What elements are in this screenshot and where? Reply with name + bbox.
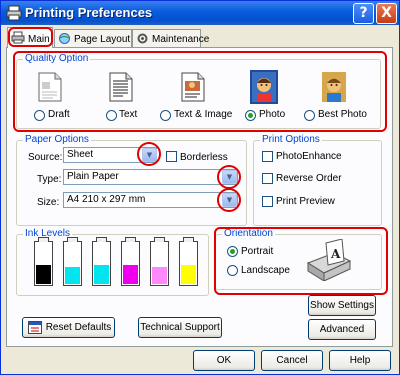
help-button[interactable]: Help	[329, 350, 391, 371]
ink-cartridge-cap	[183, 237, 194, 242]
quality-text-radio[interactable]	[106, 110, 117, 121]
cancel-button[interactable]: Cancel	[261, 350, 323, 371]
highlight-type-dropdown	[217, 165, 241, 189]
ink-cartridge-cap	[96, 237, 107, 242]
borderless-checkbox[interactable]	[166, 151, 177, 162]
technical-support-button[interactable]: Technical Support	[138, 317, 222, 338]
photo-icon	[250, 70, 278, 104]
paper-type-value: Plain Paper	[67, 171, 119, 182]
tab-maintenance[interactable]: Maintenance	[132, 29, 209, 48]
page-layout-icon	[58, 32, 71, 48]
text-icon	[109, 72, 137, 104]
window-title: Printing Preferences	[25, 5, 153, 20]
title-help-button[interactable]: ?	[353, 3, 374, 24]
paper-options-legend: Paper Options	[23, 134, 91, 145]
tab-page-layout-label: Page Layout	[74, 34, 131, 45]
ink-cartridge	[63, 237, 82, 286]
title-bar[interactable]: Printing Preferences ? X	[1, 1, 399, 25]
quality-text-label: Text	[119, 109, 138, 120]
landscape-radio[interactable]	[227, 265, 238, 276]
ink-cartridge	[92, 237, 111, 286]
quality-best-photo-label: Best Photo	[318, 109, 367, 120]
paper-type-label: Type:	[37, 174, 62, 185]
best-photo-icon	[322, 72, 350, 104]
print-preview-label: Print Preview	[276, 196, 335, 207]
quality-photo-radio[interactable]	[245, 110, 256, 121]
maintenance-icon	[136, 32, 149, 48]
portrait-printer-icon: A	[304, 238, 354, 282]
paper-size-value: A4 210 x 297 mm	[67, 194, 146, 205]
ink-cartridge-cap	[38, 237, 49, 242]
show-settings-button[interactable]: Show Settings	[308, 295, 376, 316]
ink-cartridge-cap	[125, 237, 136, 242]
quality-photo-label: Photo	[259, 109, 286, 120]
reverse-order-checkbox[interactable]	[262, 173, 273, 184]
reset-defaults-icon	[28, 321, 42, 334]
highlight-orientation	[214, 227, 388, 295]
reset-defaults-button[interactable]: Reset Defaults	[22, 317, 115, 338]
ink-cartridge-cap	[67, 237, 78, 242]
quality-best-photo-radio[interactable]	[304, 110, 315, 121]
ink-level-fill	[36, 265, 51, 284]
quality-text-image-label: Text & Image	[174, 109, 233, 120]
photoenhance-label: PhotoEnhance	[276, 151, 342, 162]
ink-level-fill	[123, 265, 138, 284]
borderless-label: Borderless	[180, 152, 228, 163]
portrait-label: Portrait	[241, 246, 274, 257]
printer-icon	[6, 5, 22, 21]
quality-draft-label: Draft	[48, 109, 70, 120]
printing-preferences-window: Printing Preferences ? X Main Page Layou…	[0, 0, 400, 375]
paper-type-select[interactable]: Plain Paper	[63, 169, 238, 185]
highlight-main-tab	[8, 27, 53, 47]
ink-level-fill	[65, 267, 80, 284]
paper-size-select[interactable]: A4 210 x 297 mm	[63, 192, 238, 208]
orientation-letter: A	[330, 247, 341, 261]
ink-cartridge-cap	[154, 237, 165, 242]
reverse-order-label: Reverse Order	[276, 173, 342, 184]
reset-defaults-label: Reset Defaults	[45, 322, 112, 333]
quality-text-image-radio[interactable]	[160, 110, 171, 121]
ok-button[interactable]: OK	[193, 350, 255, 371]
highlight-size-dropdown	[217, 188, 241, 212]
print-preview-checkbox[interactable]	[262, 196, 273, 207]
ink-level-fill	[94, 265, 109, 284]
quality-draft-radio[interactable]	[34, 110, 45, 121]
tab-page-layout[interactable]: Page Layout	[54, 29, 132, 47]
advanced-button[interactable]: Advanced	[308, 319, 376, 340]
ink-cartridge	[34, 237, 53, 286]
print-options-legend: Print Options	[260, 134, 322, 145]
text-and-image-icon	[181, 72, 209, 104]
paper-size-label: Size:	[37, 197, 60, 208]
ink-cartridge	[121, 237, 140, 286]
paper-source-label: Source:	[28, 152, 63, 163]
paper-source-value: Sheet	[67, 149, 94, 160]
tab-maintenance-label: Maintenance	[152, 34, 210, 45]
highlight-source-dropdown	[137, 142, 161, 166]
title-close-button[interactable]: X	[376, 3, 397, 24]
ink-cartridge	[179, 237, 198, 286]
portrait-radio[interactable]	[227, 246, 238, 257]
ink-cartridge	[150, 237, 169, 286]
ink-level-fill	[152, 267, 167, 284]
landscape-label: Landscape	[241, 265, 290, 276]
draft-icon	[38, 72, 66, 104]
photoenhance-checkbox[interactable]	[262, 151, 273, 162]
ink-level-fill	[181, 265, 196, 284]
